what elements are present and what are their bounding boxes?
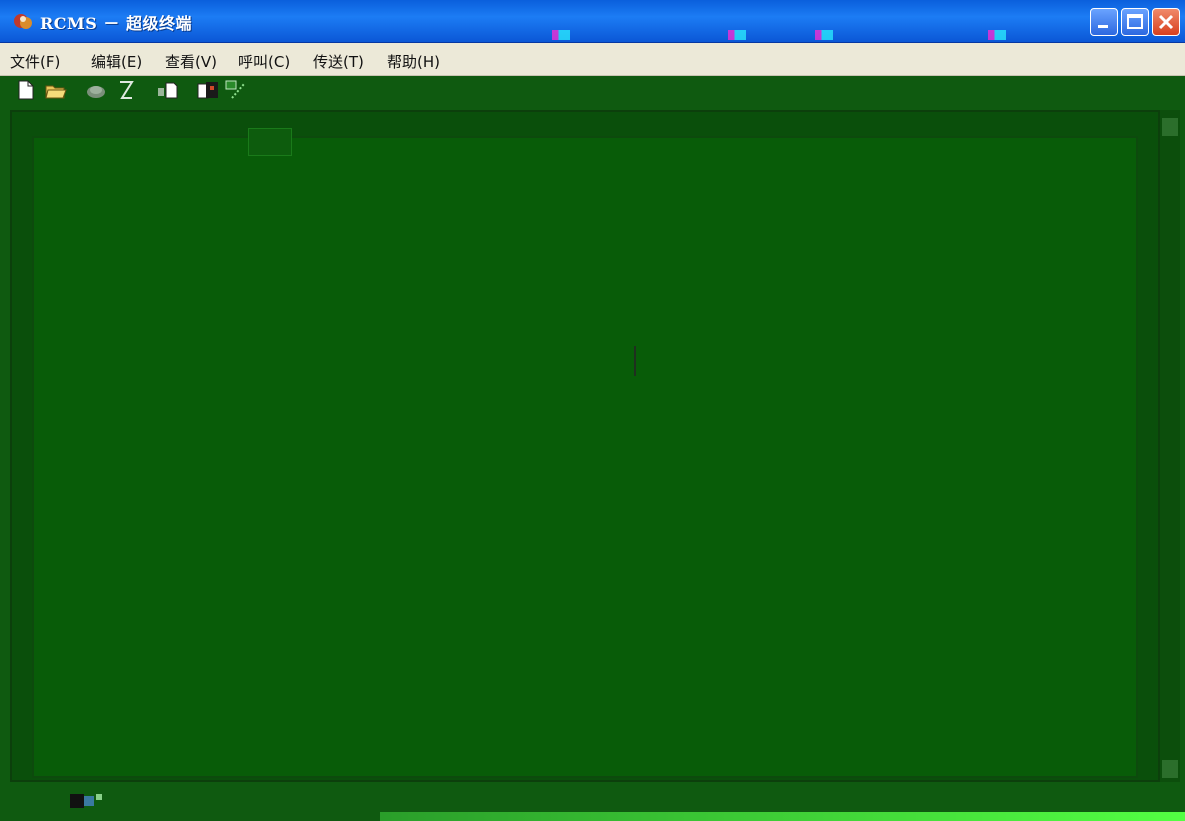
close-icon [1158, 14, 1174, 30]
terminal-tab [248, 128, 292, 156]
menu-call[interactable]: 呼叫(C) [238, 51, 290, 72]
maximize-icon [1127, 14, 1143, 29]
minimize-icon [1098, 25, 1108, 28]
receive-icon[interactable] [196, 78, 220, 102]
properties-icon[interactable] [224, 78, 248, 102]
call-icon[interactable] [114, 78, 138, 102]
new-icon[interactable] [14, 78, 38, 102]
toolbar [0, 76, 1185, 104]
close-button[interactable] [1152, 8, 1180, 36]
text-cursor [634, 346, 636, 376]
minimize-button[interactable] [1090, 8, 1118, 36]
menu-bar: 文件(F) 编辑(E) 查看(V) 呼叫(C) 传送(T) 帮助(H) [0, 43, 1185, 76]
glitch-artifact [815, 30, 833, 40]
send-icon[interactable] [156, 78, 180, 102]
glitch-artifact [728, 30, 746, 40]
terminal-screen[interactable] [32, 136, 1138, 778]
menu-edit[interactable]: 编辑(E) [91, 51, 142, 72]
status-icon [70, 794, 102, 808]
scroll-down-button[interactable] [1162, 760, 1178, 778]
window-title: RCMS － 超级终端 [40, 14, 192, 33]
status-indicator-strip [380, 812, 1185, 821]
terminal-frame [10, 110, 1160, 782]
menu-transfer[interactable]: 传送(T) [313, 51, 364, 72]
menu-file[interactable]: 文件(F) [10, 51, 60, 72]
app-icon [14, 14, 32, 29]
title-bar: RCMS － 超级终端 [0, 0, 1185, 43]
glitch-artifact [552, 30, 570, 40]
maximize-button[interactable] [1121, 8, 1149, 36]
vertical-scrollbar[interactable] [1160, 110, 1180, 782]
disconnect-icon[interactable] [84, 78, 108, 102]
menu-view[interactable]: 查看(V) [165, 51, 217, 72]
glitch-artifact [988, 30, 1006, 40]
menu-help[interactable]: 帮助(H) [387, 51, 440, 72]
open-icon[interactable] [44, 78, 68, 102]
scroll-up-button[interactable] [1162, 118, 1178, 136]
